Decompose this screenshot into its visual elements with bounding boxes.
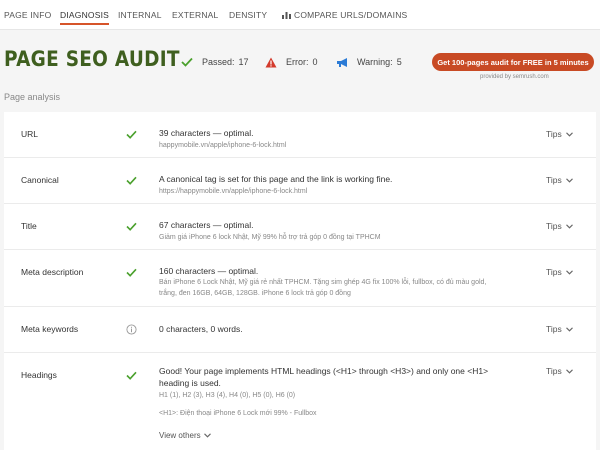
- section-label: Page analysis: [4, 92, 61, 102]
- warning-count: 5: [396, 57, 402, 67]
- row-name: Title: [21, 221, 37, 231]
- row-name: Meta keywords: [21, 324, 79, 334]
- tab-internal[interactable]: INTERNAL: [118, 10, 162, 20]
- h1-text: <H1>: Điện thoại iPhone 6 Lock mới 99% -…: [159, 410, 317, 417]
- row-sub-text: https://happymobile.vn/apple/iphone-6-lo…: [159, 188, 308, 195]
- error-count: 0: [312, 57, 318, 67]
- warning-stat: Warning: 5: [335, 55, 402, 69]
- provided-by-text: provided by semrush.com: [480, 74, 549, 80]
- tips-toggle[interactable]: Tips: [546, 324, 573, 334]
- top-navigation: PAGE INFO DIAGNOSIS INTERNAL EXTERNAL DE…: [0, 0, 600, 30]
- chevron-down-icon: [565, 177, 573, 183]
- row-main-text: 160 characters — optimal.: [159, 266, 259, 276]
- tips-toggle[interactable]: Tips: [546, 366, 573, 376]
- view-others-link[interactable]: View others: [159, 431, 211, 440]
- row-name: Headings: [21, 370, 57, 380]
- passed-stat: Passed: 17: [180, 55, 249, 69]
- tips-label: Tips: [546, 221, 562, 231]
- tips-toggle[interactable]: Tips: [546, 175, 573, 185]
- row-meta-keywords: Meta keywords 0 characters, 0 words. Tip…: [4, 307, 596, 353]
- row-main-text: 67 characters — optimal.: [159, 220, 254, 230]
- tips-label: Tips: [546, 129, 562, 139]
- page-title: PAGE SEO AUDIT: [4, 47, 180, 71]
- row-main-text: A canonical tag is set for this page and…: [159, 174, 393, 184]
- bar-chart-icon: [282, 12, 291, 19]
- chevron-down-icon: [565, 131, 573, 137]
- tab-density[interactable]: DENSITY: [229, 10, 267, 20]
- row-title: Title 67 characters — optimal. Giảm giá …: [4, 204, 596, 250]
- tab-compare-label: COMPARE URLS/DOMAINS: [294, 10, 408, 20]
- error-stat: Error: 0: [264, 55, 318, 69]
- row-name: URL: [21, 129, 39, 139]
- chevron-down-icon: [565, 368, 573, 374]
- view-others-label: View others: [159, 431, 201, 440]
- row-meta-description: Meta description 160 characters — optima…: [4, 250, 596, 307]
- info-icon: [124, 322, 138, 336]
- tab-external[interactable]: EXTERNAL: [172, 10, 218, 20]
- tab-compare[interactable]: COMPARE URLS/DOMAINS: [282, 10, 407, 20]
- error-triangle-icon: [264, 55, 278, 69]
- row-main-text: 39 characters — optimal.: [159, 128, 254, 138]
- tips-toggle[interactable]: Tips: [546, 221, 573, 231]
- row-main-text: 0 characters, 0 words.: [159, 324, 243, 334]
- chevron-down-icon: [565, 223, 573, 229]
- passed-label: Passed:: [202, 57, 235, 67]
- row-main-text: Good! Your page implements HTML headings…: [159, 366, 489, 388]
- check-icon: [124, 368, 138, 382]
- free-audit-button[interactable]: Get 100-pages audit for FREE in 5 minute…: [432, 53, 594, 71]
- row-sub-text: Giảm giá iPhone 6 lock Nhật, Mỹ 99% hỗ t…: [159, 234, 381, 241]
- row-sub-text: Bán iPhone 6 Lock Nhật, Mỹ giá rẻ nhất T…: [159, 279, 487, 297]
- tab-diagnosis[interactable]: DIAGNOSIS: [60, 10, 110, 25]
- chevron-down-icon: [565, 326, 573, 332]
- chevron-down-icon: [203, 433, 211, 438]
- row-sub-text: H1 (1), H2 (3), H3 (4), H4 (0), H5 (0), …: [159, 392, 296, 399]
- row-headings: Headings Good! Your page implements HTML…: [4, 353, 596, 450]
- row-canonical: Canonical A canonical tag is set for thi…: [4, 158, 596, 204]
- check-icon: [124, 219, 138, 233]
- error-label: Error:: [286, 57, 309, 67]
- tips-toggle[interactable]: Tips: [546, 267, 573, 277]
- tips-label: Tips: [546, 324, 562, 334]
- analysis-panel: URL 39 characters — optimal. happymobile…: [4, 112, 596, 450]
- check-icon: [124, 265, 138, 279]
- check-icon: [180, 55, 194, 69]
- tab-page-info[interactable]: PAGE INFO: [4, 10, 51, 20]
- tips-label: Tips: [546, 366, 562, 376]
- check-icon: [124, 127, 138, 141]
- row-name: Meta description: [21, 267, 84, 277]
- tips-label: Tips: [546, 267, 562, 277]
- megaphone-icon: [335, 55, 349, 69]
- row-name: Canonical: [21, 175, 59, 185]
- tips-label: Tips: [546, 175, 562, 185]
- check-icon: [124, 173, 138, 187]
- warning-label: Warning:: [357, 57, 393, 67]
- passed-count: 17: [238, 57, 249, 67]
- row-sub-text: happymobile.vn/apple/iphone-6-lock.html: [159, 142, 287, 149]
- chevron-down-icon: [565, 269, 573, 275]
- row-url: URL 39 characters — optimal. happymobile…: [4, 112, 596, 158]
- tips-toggle[interactable]: Tips: [546, 129, 573, 139]
